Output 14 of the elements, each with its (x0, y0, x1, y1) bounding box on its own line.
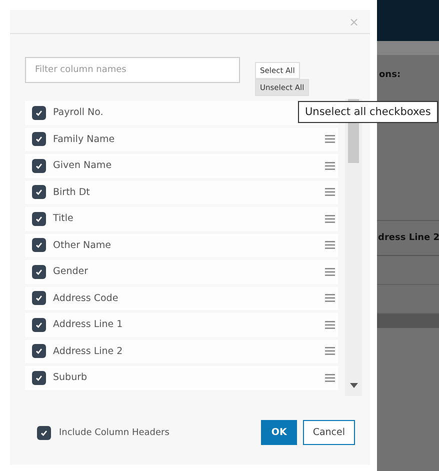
column-label: Address Line 1 (53, 319, 124, 330)
section-label: ons: (379, 70, 401, 80)
column-label: Address Code (53, 292, 120, 304)
column-label: Gender (53, 266, 90, 278)
tooltip: Unselect all checkboxes (298, 101, 438, 123)
column-label: Title (53, 213, 74, 224)
column-label: Address Line 2 (53, 346, 124, 357)
column-header: dress Line 2 (378, 233, 439, 243)
column-label: Suburb (53, 372, 88, 384)
column-label: Other Name (53, 240, 112, 251)
column-label: Given Name (53, 160, 113, 172)
include-headers-label: Include Column Headers (59, 428, 170, 438)
column-label: Birth Dt (53, 186, 91, 198)
column-label: Family Name (53, 134, 116, 145)
